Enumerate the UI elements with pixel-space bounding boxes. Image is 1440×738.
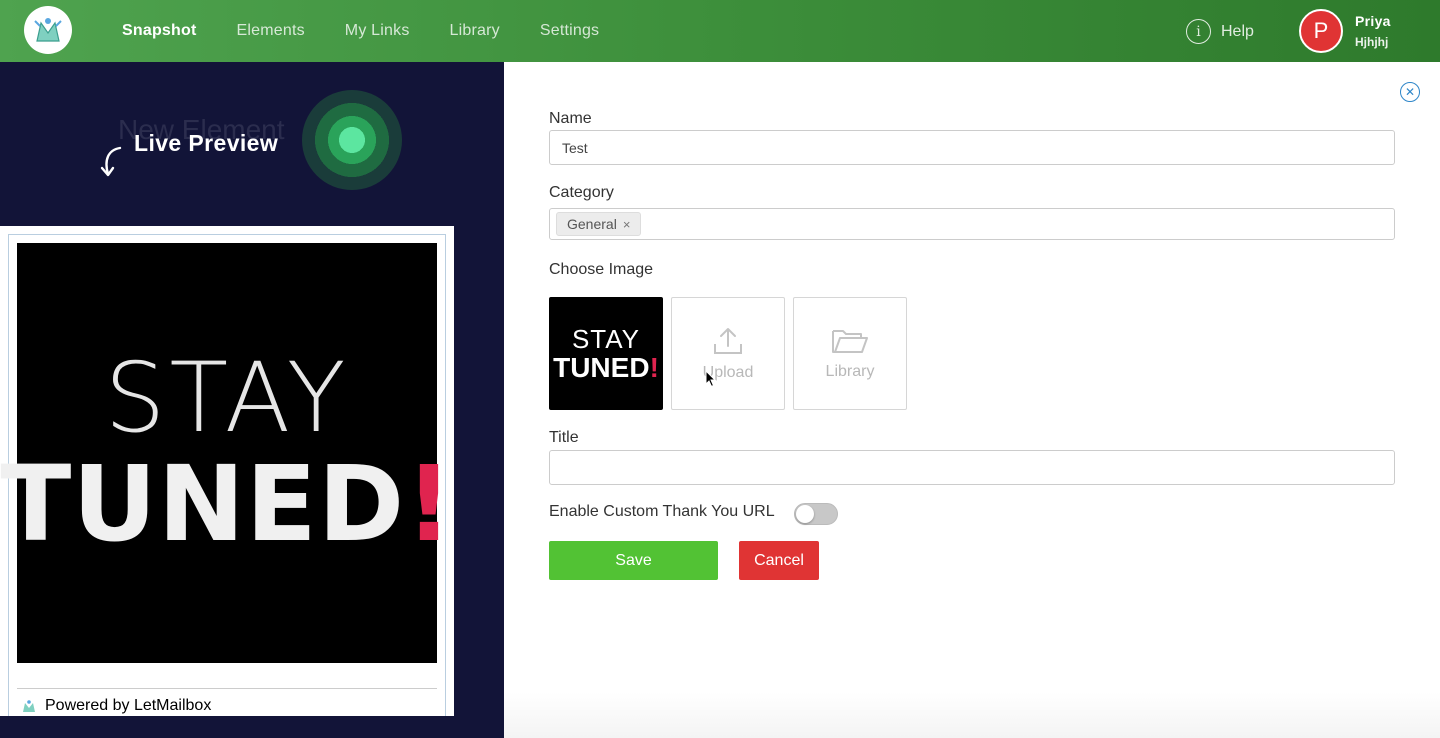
preview-image-line1: STAY: [104, 342, 350, 454]
bottom-decoration: [504, 692, 1440, 738]
tag-remove-icon[interactable]: ×: [623, 217, 631, 232]
preview-image-line2: TUNED!: [0, 452, 453, 556]
preview-panel: New Element Live Preview STAY TUNED! Pow…: [0, 62, 504, 738]
info-icon: i: [1186, 19, 1211, 44]
help-label: Help: [1221, 22, 1254, 40]
nav-elements[interactable]: Elements: [237, 22, 305, 40]
letmailbox-logo-icon: [23, 700, 35, 712]
title-label: Title: [549, 429, 579, 446]
nav-settings[interactable]: Settings: [540, 22, 599, 40]
help-link[interactable]: i Help: [1186, 19, 1254, 44]
library-label: Library: [825, 362, 875, 380]
choose-image-label: Choose Image: [549, 261, 654, 278]
mouse-cursor-icon: [705, 370, 717, 388]
category-label: Category: [549, 184, 614, 201]
category-tag: General ×: [556, 212, 642, 236]
app-logo[interactable]: [24, 6, 72, 54]
folder-open-icon: [832, 329, 868, 353]
name-value: Test: [562, 139, 588, 156]
close-icon[interactable]: ✕: [1400, 82, 1420, 102]
user-subtitle: Hjhjhj: [1355, 35, 1389, 49]
upload-icon: [714, 327, 742, 354]
preview-image-exclaim: !: [405, 443, 454, 565]
live-indicator-icon: [302, 90, 402, 190]
logo-icon: [34, 18, 62, 42]
user-name[interactable]: Priya: [1355, 13, 1391, 29]
thumb-line1: STAY: [571, 323, 641, 354]
cancel-button[interactable]: Cancel: [739, 541, 819, 580]
thumb-word: TUNED: [553, 351, 650, 383]
thank-you-url-label: Enable Custom Thank You URL: [549, 503, 775, 520]
thumb-line2: TUNED!: [553, 351, 659, 383]
nav-snapshot[interactable]: Snapshot: [122, 22, 197, 40]
powered-by[interactable]: Powered by LetMailbox: [21, 697, 211, 715]
selected-image-thumbnail[interactable]: STAY TUNED!: [549, 297, 663, 410]
preview-image: STAY TUNED!: [0, 243, 453, 663]
live-preview-label: Live Preview: [134, 130, 279, 156]
name-input[interactable]: Test: [549, 130, 1395, 165]
toggle-knob: [796, 505, 814, 523]
save-button[interactable]: Save: [549, 541, 718, 580]
upload-button[interactable]: Upload: [671, 297, 785, 410]
thank-you-url-toggle[interactable]: [794, 503, 838, 525]
preview-card: STAY TUNED! Powered by LetMailbox: [0, 226, 454, 716]
top-nav: Snapshot Elements My Links Library Setti…: [0, 0, 1440, 62]
powered-by-label: Powered by LetMailbox: [45, 697, 212, 714]
thumb-exclaim: !: [649, 351, 659, 383]
name-label: Name: [549, 110, 592, 127]
user-avatar[interactable]: P: [1299, 9, 1343, 53]
preview-divider: [17, 688, 437, 689]
preview-image-word: TUNED: [0, 443, 406, 565]
category-tag-label: General: [567, 216, 617, 232]
nav-my-links[interactable]: My Links: [345, 22, 410, 40]
curved-arrow-icon: [100, 146, 122, 177]
library-button[interactable]: Library: [793, 297, 907, 410]
category-select[interactable]: General ×: [549, 208, 1395, 240]
title-input[interactable]: [549, 450, 1395, 485]
nav-library[interactable]: Library: [450, 22, 500, 40]
preview-frame: STAY TUNED! Powered by LetMailbox: [0, 234, 453, 716]
